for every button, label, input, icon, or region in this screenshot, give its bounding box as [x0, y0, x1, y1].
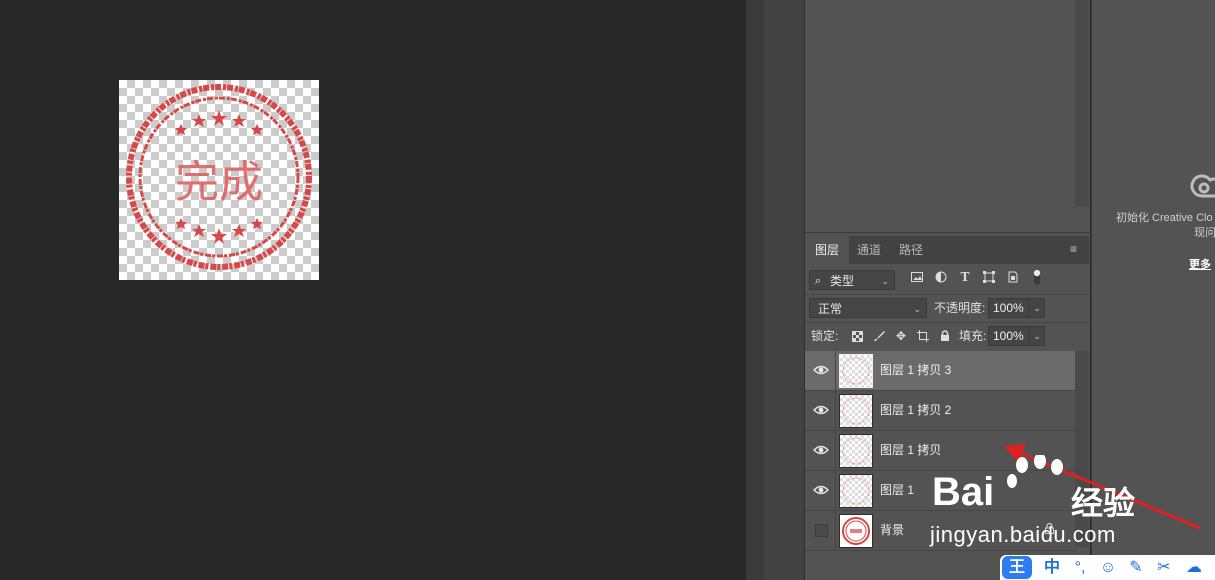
eye-icon[interactable] — [813, 483, 829, 497]
layer-row[interactable]: 图层 1 拷贝 3 — [805, 351, 1075, 391]
creative-cloud-icon — [1190, 174, 1215, 198]
chevron-down-icon: ⌄ — [913, 304, 921, 314]
collapsed-panel-column — [764, 0, 805, 580]
watermark-brand-2: 经验 — [1071, 485, 1136, 521]
tab-layers[interactable]: 图层 — [805, 236, 850, 264]
ime-language-toggle[interactable]: 中 — [1042, 557, 1062, 578]
filter-row: ⌕ 类型 ⌄ T — [805, 266, 1089, 295]
upper-panel — [805, 0, 1089, 233]
upper-panel-scrollbar[interactable] — [1075, 0, 1089, 207]
fill-label: 填充: — [959, 329, 987, 343]
canvas-area[interactable]: 完成 — [0, 0, 746, 580]
lock-artboard-icon[interactable] — [915, 328, 931, 344]
ime-emoji-icon[interactable]: ☺ — [1098, 557, 1118, 578]
smart-object-filter-icon[interactable] — [1005, 269, 1021, 285]
lock-image-icon[interactable] — [871, 328, 887, 344]
lock-row: 锁定: ✥ 填充: 100% ⌄ — [805, 323, 1089, 350]
lock-label: 锁定: — [811, 329, 839, 343]
blend-mode-label: 正常 — [818, 302, 843, 316]
blend-mode-select[interactable]: 正常 ⌄ — [809, 298, 927, 318]
tab-channels[interactable]: 通道 — [847, 236, 891, 264]
layer-name[interactable]: 图层 1 拷贝 2 — [880, 391, 951, 430]
layer-thumbnail — [839, 354, 873, 388]
watermark-url: jingyan.baidu.com — [930, 522, 1116, 547]
opacity-dropdown[interactable]: ⌄ — [1029, 298, 1045, 318]
filter-kind-label: 类型 — [830, 274, 855, 288]
tab-paths[interactable]: 路径 — [889, 236, 933, 264]
filter-toggle-icon[interactable] — [1029, 269, 1045, 285]
layer-thumbnail — [839, 514, 873, 548]
ime-handwriting-icon[interactable]: ✎ — [1126, 557, 1146, 578]
layer-thumbnail — [839, 394, 873, 428]
ime-cloud-icon[interactable]: ☁ — [1182, 557, 1206, 578]
cc-status-text: 初始化 Creative Clo — [1116, 212, 1213, 224]
fill-dropdown[interactable]: ⌄ — [1029, 326, 1045, 346]
blend-row: 正常 ⌄ 不透明度: 100% ⌄ — [805, 295, 1089, 323]
eye-icon[interactable] — [813, 363, 829, 377]
filter-kind-select[interactable]: ⌕ 类型 ⌄ — [809, 270, 895, 290]
eye-icon[interactable] — [813, 443, 829, 457]
eye-icon[interactable] — [813, 403, 829, 417]
layer-name[interactable]: 背景 — [880, 511, 904, 550]
layer-row[interactable]: 图层 1 拷贝 2 — [805, 391, 1075, 431]
ime-logo-icon[interactable]: 王 — [1002, 556, 1032, 579]
ime-screenshot-icon[interactable]: ✂ — [1154, 557, 1174, 578]
layer-name[interactable]: 图层 1 拷贝 3 — [880, 351, 951, 390]
ime-punctuation-icon[interactable]: °, — [1070, 557, 1090, 578]
panel-menu-icon[interactable]: ≡ — [1070, 242, 1081, 256]
layer-thumbnail — [839, 474, 873, 508]
ime-toolbar: 王 中 °, ☺ ✎ ✂ ☁ — [1000, 555, 1215, 580]
image-filter-icon[interactable] — [909, 269, 925, 285]
shape-filter-icon[interactable] — [981, 269, 997, 285]
search-icon: ⌕ — [815, 275, 822, 287]
opacity-label: 不透明度: — [934, 301, 986, 315]
stamp-image: 完成 — [126, 84, 312, 270]
layer-thumbnail — [839, 434, 873, 468]
opacity-input[interactable]: 100% — [988, 298, 1030, 318]
watermark-brand: Bai — [932, 470, 995, 514]
fill-input[interactable]: 100% — [988, 326, 1030, 346]
type-filter-icon[interactable]: T — [957, 269, 973, 285]
layer-name[interactable]: 图层 1 — [880, 471, 914, 510]
visibility-toggle[interactable] — [815, 524, 828, 537]
adjustment-filter-icon[interactable] — [933, 269, 949, 285]
lock-all-icon[interactable] — [937, 328, 953, 344]
lock-transparent-icon[interactable] — [849, 328, 865, 344]
layers-panel-tabs: 图层 通道 路径 ≡ — [805, 236, 1089, 264]
stamp-text: 完成 — [175, 157, 263, 208]
cc-status-text-2: 现问 — [1194, 227, 1215, 239]
chevron-down-icon: ⌄ — [881, 276, 889, 286]
lock-position-icon[interactable]: ✥ — [893, 328, 909, 344]
more-link[interactable]: 更多 — [1189, 256, 1211, 272]
document-canvas[interactable]: 完成 — [119, 80, 319, 280]
panel-divider[interactable] — [746, 0, 764, 580]
